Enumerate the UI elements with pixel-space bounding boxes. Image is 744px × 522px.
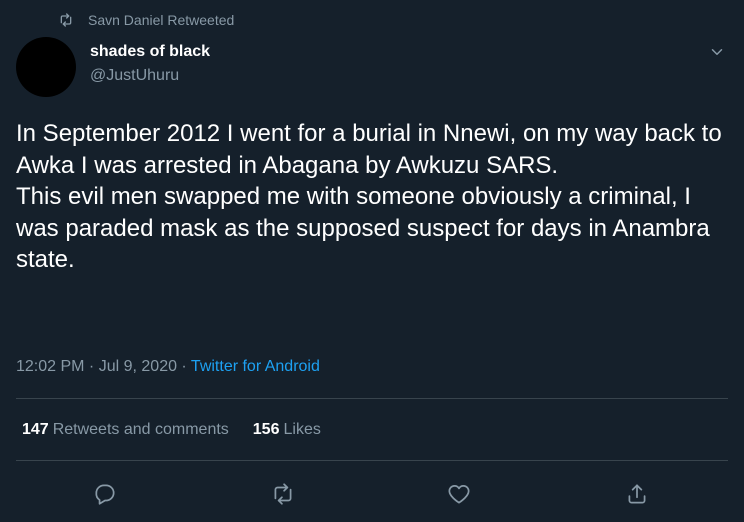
tweet-stats: 147 Retweets and comments 156 Likes	[22, 421, 345, 439]
share-icon	[628, 484, 646, 504]
tweet-meta: 12:02 PM · Jul 9, 2020 · Twitter for And…	[16, 358, 320, 376]
retweet-icon	[274, 483, 292, 505]
likes-count: 156	[252, 421, 280, 438]
retweet-header-text[interactable]: Savn Daniel Retweeted	[88, 12, 234, 28]
like-icon	[448, 485, 470, 504]
meta-separator: ·	[176, 358, 191, 375]
tweet-date[interactable]: Jul 9, 2020	[99, 358, 177, 375]
share-button[interactable]	[624, 481, 650, 507]
tweet-time[interactable]: 12:02 PM	[16, 358, 84, 375]
retweet-icon	[60, 13, 72, 27]
divider	[16, 460, 728, 461]
more-options-button[interactable]	[708, 43, 726, 61]
tweet-text: In September 2012 I went for a burial in…	[16, 120, 722, 273]
author-handle[interactable]: @JustUhuru	[90, 67, 179, 85]
retweet-header: Savn Daniel Retweeted	[58, 12, 234, 28]
like-button[interactable]	[446, 481, 472, 507]
author-name[interactable]: shades of black	[90, 43, 210, 61]
likes-label: Likes	[283, 421, 321, 438]
retweets-stat[interactable]: 147 Retweets and comments	[22, 421, 229, 439]
retweets-label: Retweets and comments	[52, 421, 229, 438]
tweet-source-link[interactable]: Twitter for Android	[191, 358, 320, 375]
retweets-count: 147	[22, 421, 49, 438]
meta-separator: ·	[84, 358, 99, 375]
reply-icon	[95, 484, 115, 505]
chevron-down-icon	[711, 49, 723, 55]
avatar[interactable]	[16, 37, 76, 97]
likes-stat[interactable]: 156 Likes	[253, 421, 321, 439]
retweet-button[interactable]	[270, 481, 296, 507]
reply-button[interactable]	[92, 481, 118, 507]
divider	[16, 398, 728, 399]
